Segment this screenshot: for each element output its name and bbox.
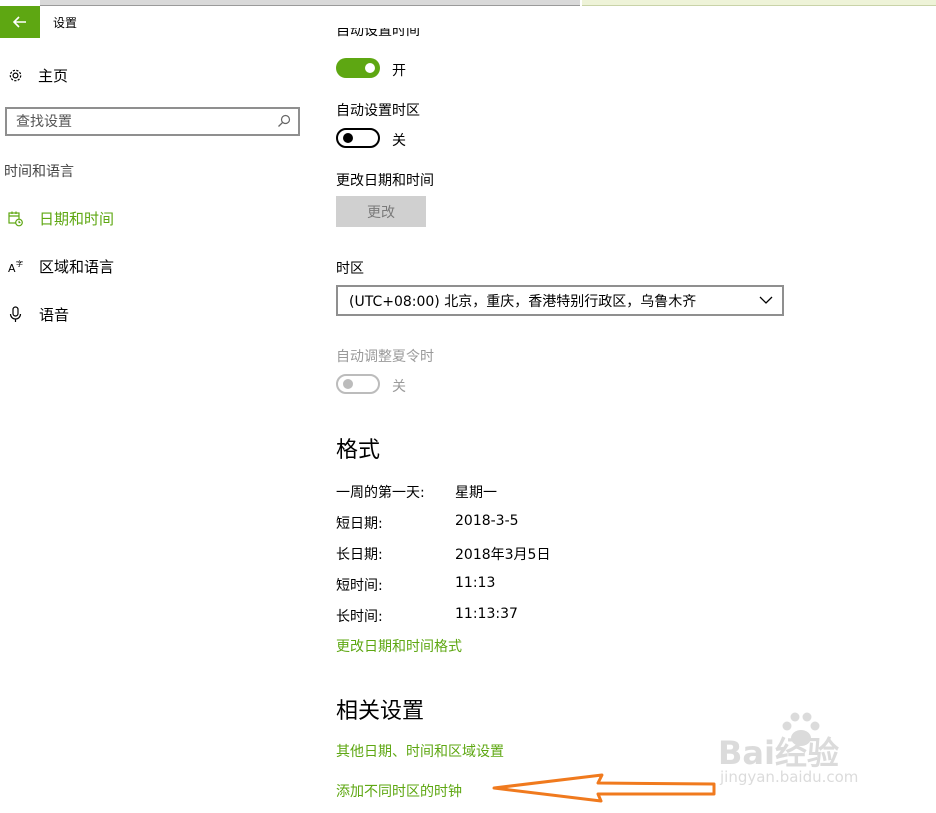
home-nav-item[interactable]: 主页 — [7, 64, 68, 86]
back-button[interactable] — [0, 6, 40, 38]
toggle-knob — [365, 63, 375, 73]
sidebar-item-date-time[interactable]: 日期和时间 — [7, 207, 114, 229]
auto-time-toggle[interactable] — [336, 58, 380, 78]
microphone-icon — [9, 305, 22, 322]
timezone-dropdown[interactable]: (UTC+08:00) 北京，重庆，香港特别行政区，乌鲁木齐 — [336, 285, 784, 316]
sidebar-item-speech[interactable]: 语音 — [7, 303, 69, 325]
toggle-knob — [343, 379, 353, 389]
add-clocks-link[interactable]: 添加不同时区的时钟 — [336, 781, 462, 801]
chevron-down-icon — [759, 296, 773, 304]
annotation-arrow — [492, 773, 716, 803]
dst-state: 关 — [392, 379, 406, 395]
calendar-clock-icon — [8, 211, 23, 226]
back-arrow-icon — [13, 16, 26, 28]
sidebar-item-label: 语音 — [39, 305, 70, 324]
format-value: 2018年3月5日 — [455, 547, 551, 563]
sidebar-section-label: 时间和语言 — [4, 164, 74, 180]
format-value: 11:13 — [455, 575, 496, 591]
language-icon: A 字 — [8, 259, 23, 275]
sidebar-item-region-language[interactable]: A 字 区域和语言 — [7, 255, 114, 277]
dst-label: 自动调整夏令时 — [336, 349, 434, 365]
change-formats-link[interactable]: 更改日期和时间格式 — [336, 636, 462, 656]
svg-text:字: 字 — [16, 259, 23, 268]
auto-timezone-state: 关 — [392, 133, 406, 149]
sidebar-item-label: 日期和时间 — [39, 209, 115, 228]
format-key: 一周的第一天: — [336, 485, 425, 501]
format-key: 长时间: — [336, 609, 383, 625]
auto-timezone-label: 自动设置时区 — [336, 103, 420, 119]
format-value: 2018-3-5 — [455, 513, 519, 529]
sidebar-item-label: 区域和语言 — [39, 257, 115, 276]
search-input[interactable] — [16, 113, 266, 130]
watermark-url: jingyan.baidu.com — [720, 768, 859, 786]
gear-icon — [9, 69, 22, 81]
auto-time-state: 开 — [392, 63, 406, 79]
auto-time-label-clipped: 自动设置时间 — [336, 28, 536, 46]
window-title: 设置 — [53, 16, 78, 30]
search-box[interactable] — [5, 107, 300, 136]
additional-date-time-region-link[interactable]: 其他日期、时间和区域设置 — [336, 741, 504, 761]
toggle-knob — [343, 133, 353, 143]
formats-heading: 格式 — [336, 438, 381, 463]
search-icon[interactable] — [277, 114, 291, 128]
auto-time-label: 自动设置时间 — [336, 28, 420, 39]
timezone-label: 时区 — [336, 261, 364, 277]
change-button[interactable]: 更改 — [336, 196, 426, 227]
auto-timezone-toggle[interactable] — [336, 128, 380, 148]
format-value: 星期一 — [455, 485, 497, 501]
change-datetime-label: 更改日期和时间 — [336, 173, 434, 189]
timezone-value: (UTC+08:00) 北京，重庆，香港特别行政区，乌鲁木齐 — [349, 293, 697, 310]
format-value: 11:13:37 — [455, 606, 518, 622]
format-key: 短时间: — [336, 578, 383, 594]
svg-text:A: A — [8, 262, 16, 275]
main-panel: 自动设置时间 开 自动设置时区 关 更改日期和时间 更改 时区 (UTC+08:… — [336, 0, 936, 813]
format-key: 长日期: — [336, 547, 383, 563]
dst-toggle[interactable] — [336, 374, 380, 394]
home-label: 主页 — [38, 66, 69, 85]
format-key: 短日期: — [336, 516, 383, 532]
related-settings-heading: 相关设置 — [336, 699, 425, 724]
